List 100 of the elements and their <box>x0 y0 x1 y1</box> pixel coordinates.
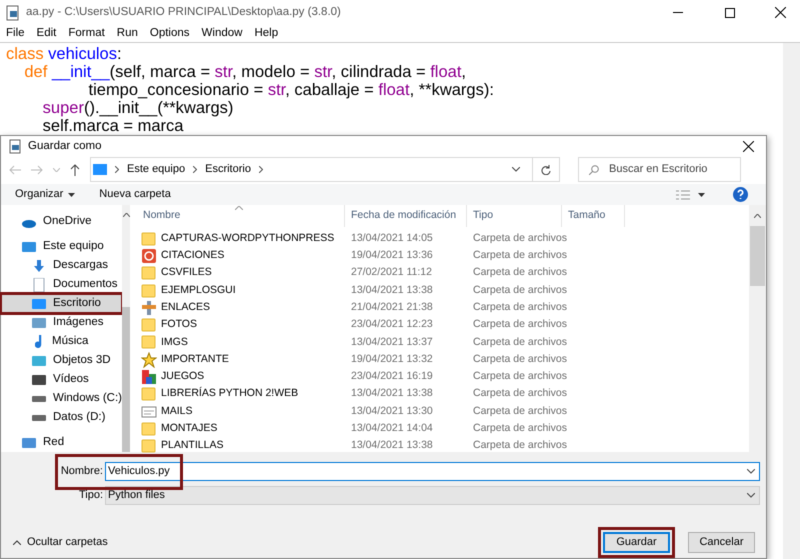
menu-item[interactable]: File <box>6 24 25 42</box>
help-icon[interactable] <box>733 187 748 202</box>
table-cell-text: 19/04/2021 13:32 <box>350 352 434 367</box>
window-title: aa.py - C:\Users\USUARIO PRINCIPAL\Desktop\aa.py (3.8.0) <box>26 4 341 20</box>
breadcrumb-item[interactable]: Escritorio <box>205 161 251 178</box>
close-icon[interactable] <box>775 7 786 18</box>
column-header[interactable]: Fecha de modificación <box>345 205 467 227</box>
caret-icon[interactable] <box>512 167 520 172</box>
file-name[interactable]: JUEGOS <box>161 369 204 385</box>
file-name[interactable]: CITACIONES <box>161 248 224 264</box>
chevron-icon <box>193 166 198 173</box>
nav-item[interactable]: Windows (C:) <box>1 389 122 408</box>
dialog-button[interactable]: Cancelar <box>688 532 755 553</box>
table-cell-text: Carpeta de archivos <box>472 369 567 384</box>
nav-item[interactable]: Descargas <box>1 256 122 275</box>
file-name[interactable]: CSVFILES <box>161 265 212 282</box>
scroll-thumb[interactable] <box>122 306 130 452</box>
table-cell-text: 13/04/2021 13:38 <box>350 386 434 402</box>
editor-scrollbar[interactable] <box>783 43 800 559</box>
file-name[interactable]: EJEMPLOSGUI <box>161 282 236 298</box>
table-cell-text: Carpeta de archivos <box>472 282 567 298</box>
menu-item[interactable]: Help <box>254 24 278 42</box>
file-name[interactable]: MAILS <box>161 404 193 420</box>
organize-menu[interactable]: Organizar <box>15 186 76 203</box>
new-folder-button[interactable]: Nueva carpeta <box>99 186 171 203</box>
file-name[interactable]: FOTOS <box>161 317 197 333</box>
table-cell-text: 21/04/2021 21:38 <box>350 300 434 315</box>
up-arrow-icon[interactable] <box>70 164 80 176</box>
menu-item[interactable]: Window <box>202 24 242 42</box>
table-cell-text: 13/04/2021 13:30 <box>350 404 434 419</box>
nav-item[interactable]: Red <box>1 433 122 452</box>
document-icon <box>31 278 47 292</box>
python-file-icon <box>9 139 22 154</box>
music-note-icon <box>35 335 42 348</box>
maximize-icon[interactable] <box>725 8 735 18</box>
drive-icon <box>32 396 46 402</box>
column-header[interactable]: Tipo <box>467 205 562 227</box>
table-cell-text: 19/04/2021 13:36 <box>350 248 434 264</box>
file-name[interactable]: IMGS <box>161 334 188 350</box>
breadcrumb-item[interactable]: Este equipo <box>127 161 186 178</box>
menu-item[interactable]: Options <box>150 24 190 42</box>
view-options-icon[interactable] <box>676 190 690 200</box>
filetype-select[interactable]: Python files <box>105 486 760 504</box>
app-icon <box>141 248 157 264</box>
scroll-thumb[interactable] <box>750 226 765 286</box>
nav-item[interactable]: Música <box>1 332 122 351</box>
table-cell-text: Carpeta de archivos <box>472 300 567 315</box>
caret-icon[interactable] <box>747 468 755 474</box>
sort-caret-icon <box>235 206 243 210</box>
folder-icon <box>141 230 157 247</box>
folder-icon <box>141 420 157 437</box>
table-cell-text: 13/04/2021 13:37 <box>350 334 434 350</box>
file-name[interactable]: IMPORTANTE <box>161 352 229 368</box>
dialog-button[interactable]: Guardar <box>603 532 670 553</box>
download-icon <box>31 258 47 272</box>
nav-item[interactable]: Objetos 3D <box>1 351 122 370</box>
network-icon <box>21 436 37 450</box>
column-header[interactable]: Tamaño <box>562 205 625 227</box>
nav-item[interactable]: Datos (D:) <box>1 408 122 427</box>
code-line: class vehiculos: <box>6 45 122 63</box>
folder-icon <box>141 386 157 402</box>
code-line: def __init__(self, marca = str, modelo = str, cilindrada = float, <box>23 63 466 81</box>
column-header[interactable]: Nombre <box>137 205 345 227</box>
table-cell-text: Carpeta de archivos <box>472 352 567 367</box>
search-field[interactable]: Buscar en Escritorio <box>578 157 741 182</box>
folder-icon <box>141 265 157 282</box>
menu-item[interactable]: Edit <box>36 24 56 42</box>
nav-item[interactable]: Documentos <box>1 275 122 294</box>
menu-item[interactable]: Run <box>116 24 138 42</box>
star-icon <box>141 352 157 368</box>
caret-icon[interactable] <box>698 192 705 196</box>
table-cell-text: 13/04/2021 14:05 <box>350 230 434 246</box>
dialog-title: Guardar como <box>28 138 102 154</box>
address-bar[interactable]: Este equipo Escritorio <box>90 157 560 182</box>
file-name[interactable]: LIBRERÍAS PYTHON 2!WEB <box>161 386 298 402</box>
menu-item[interactable]: Format <box>68 24 105 42</box>
file-name[interactable]: MONTAJES <box>161 421 218 437</box>
scroll-up-icon[interactable] <box>122 213 130 217</box>
file-name[interactable]: CAPTURAS-WORDPYTHONPRESS <box>161 230 334 247</box>
folder-icon <box>141 438 157 454</box>
nav-item[interactable]: Este equipo <box>1 237 122 256</box>
nav-item[interactable]: OneDrive <box>1 212 122 231</box>
chevron-icon <box>115 166 119 173</box>
chevron-up-icon <box>13 540 21 545</box>
nav-item[interactable]: Escritorio <box>1 294 122 313</box>
sidebar-scrollbar[interactable] <box>122 205 130 452</box>
hide-folders-toggle[interactable]: Ocultar carpetas <box>13 534 108 551</box>
search-input[interactable]: Buscar en Escritorio <box>609 161 719 178</box>
nav-item[interactable]: Imágenes <box>1 313 122 332</box>
field-label: Nombre: <box>60 464 104 479</box>
nav-item[interactable]: Vídeos <box>1 370 122 389</box>
search-icon <box>589 164 599 174</box>
close-icon[interactable] <box>743 141 754 152</box>
table-cell-text: 13/04/2021 13:38 <box>350 282 434 298</box>
file-name[interactable]: ENLACES <box>161 300 210 316</box>
computer-icon <box>93 164 107 175</box>
file-name[interactable]: PLANTILLAS <box>161 438 224 454</box>
list-scrollbar[interactable] <box>749 205 766 452</box>
table-cell-text: 23/04/2021 16:19 <box>350 369 434 384</box>
scroll-up-icon[interactable] <box>754 214 761 218</box>
